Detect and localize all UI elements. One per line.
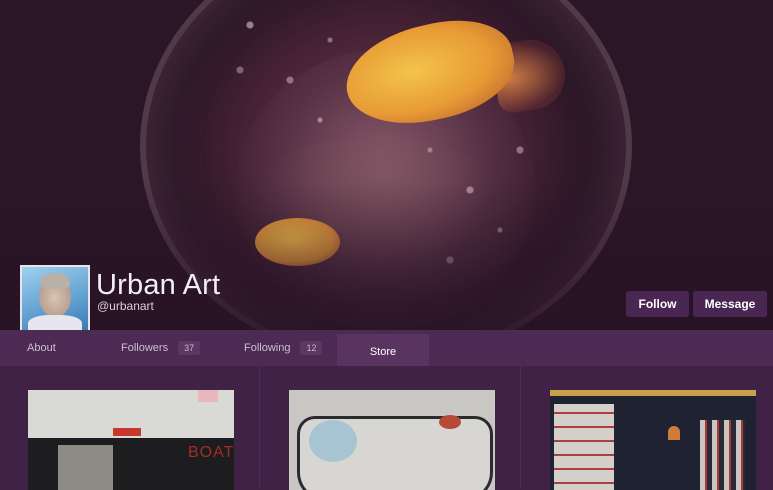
tab-store[interactable]: Store [337, 334, 429, 370]
tab-followers-label: Followers [121, 342, 169, 354]
art-shape [309, 420, 357, 462]
follow-button[interactable]: Follow [626, 291, 689, 317]
art-shape [198, 390, 218, 402]
tab-about-label: About [27, 342, 56, 354]
artwork-card[interactable] [289, 390, 495, 490]
tab-store-label: Store [369, 346, 397, 358]
art-shape [668, 426, 680, 440]
followers-count-badge: 37 [178, 341, 201, 355]
artwork-text: BOAT [188, 444, 234, 461]
tab-following-label: Following [244, 342, 291, 354]
profile-handle: @urbanart [97, 299, 154, 313]
following-count-badge: 12 [300, 341, 323, 355]
art-shape [113, 428, 141, 436]
art-shape [58, 445, 113, 490]
column-divider [520, 366, 521, 489]
artwork-card[interactable]: BOAT [28, 390, 234, 490]
store-grid: BOAT [0, 366, 773, 490]
profile-name: Urban Art [96, 269, 221, 301]
message-button[interactable]: Message [693, 291, 767, 317]
tab-following[interactable]: Following 12 [244, 330, 323, 366]
art-shape [700, 420, 745, 490]
art-shape [439, 415, 461, 429]
column-divider [259, 366, 260, 489]
art-shape [550, 390, 756, 396]
tab-followers[interactable]: Followers 37 [121, 330, 201, 366]
profile-tabs: About Followers 37 Following 12 Store [0, 330, 773, 370]
art-shape [554, 404, 614, 490]
avatar-hair [40, 273, 70, 289]
avatar[interactable] [20, 265, 90, 333]
artwork-card[interactable] [550, 390, 756, 490]
tab-about[interactable]: About [27, 330, 56, 366]
